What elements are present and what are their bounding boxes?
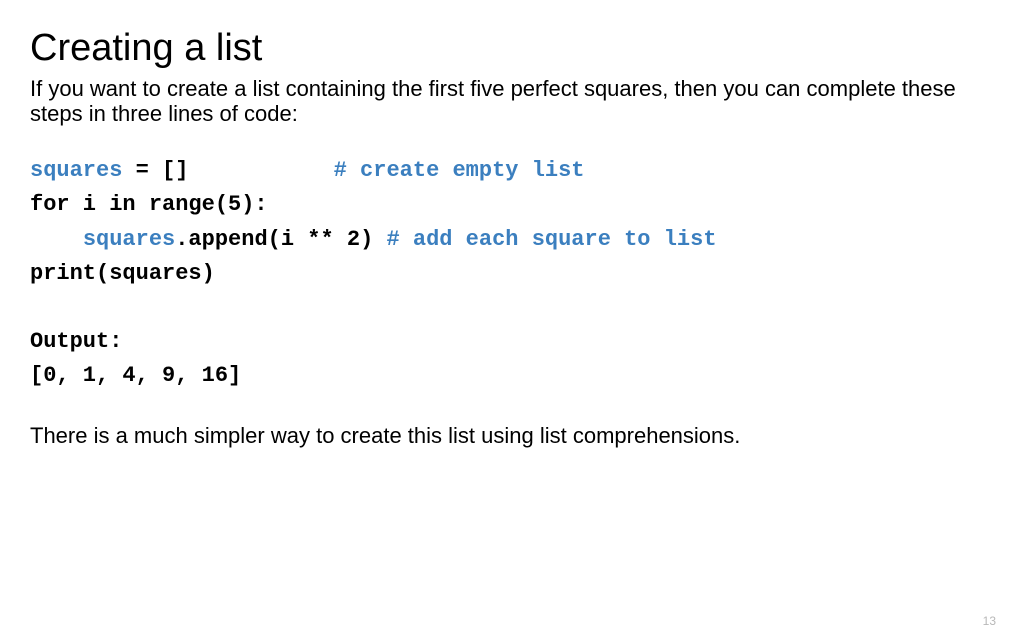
output-label: Output: (30, 329, 122, 354)
intro-paragraph: If you want to create a list containing … (30, 76, 994, 127)
code-l3-comment: # add each square to list (386, 227, 716, 252)
code-l4: print(squares) (30, 261, 215, 286)
page-number: 13 (983, 614, 996, 628)
slide-title: Creating a list (30, 28, 994, 70)
slide: Creating a list If you want to create a … (0, 0, 1024, 640)
code-l1-assign: = [] (122, 158, 333, 183)
code-l3-indent (30, 227, 83, 252)
closing-paragraph: There is a much simpler way to create th… (30, 423, 994, 449)
code-l1-comment: # create empty list (334, 158, 585, 183)
code-l3-var: squares (83, 227, 175, 252)
output-block: Output: [0, 1, 4, 9, 16] (30, 325, 994, 393)
code-block: squares = [] # create empty list for i i… (30, 154, 994, 290)
code-var-squares: squares (30, 158, 122, 183)
code-l2: for i in range(5): (30, 192, 268, 217)
output-value: [0, 1, 4, 9, 16] (30, 363, 241, 388)
code-l3-append: .append(i ** 2) (175, 227, 386, 252)
